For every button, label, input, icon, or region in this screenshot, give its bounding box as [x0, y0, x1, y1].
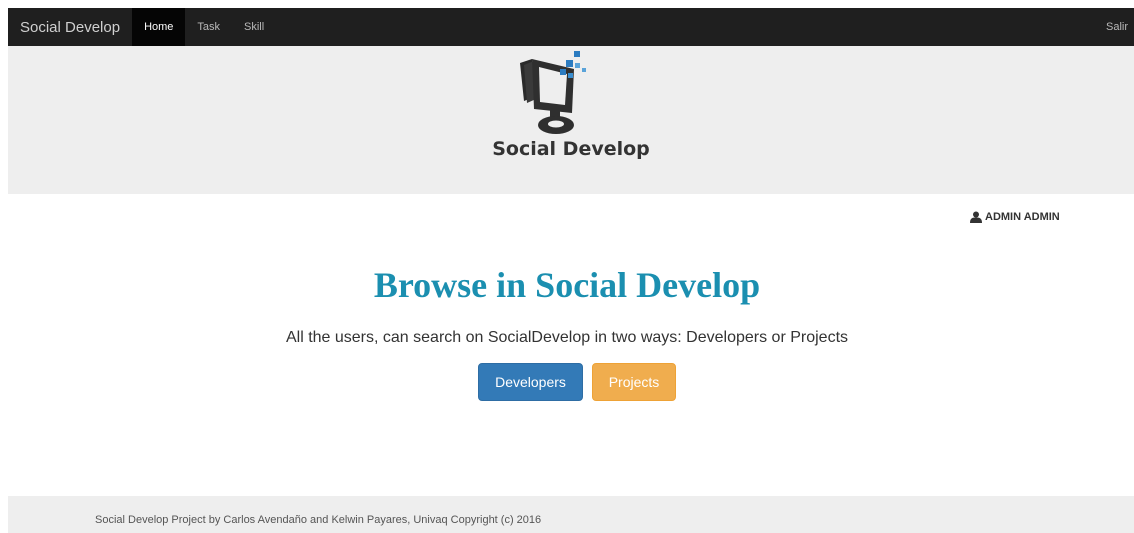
header-banner: Social Develop — [8, 46, 1134, 194]
user-name: ADMIN ADMIN — [985, 211, 1060, 223]
nav-item-skill[interactable]: Skill — [232, 8, 276, 46]
developers-button[interactable]: Developers — [478, 363, 583, 401]
page-title: Browse in Social Develop — [373, 265, 761, 305]
logout-link[interactable]: Salir — [1094, 8, 1134, 46]
navbar-brand[interactable]: Social Develop — [8, 8, 132, 46]
nav-item-task[interactable]: Task — [185, 8, 232, 46]
user-icon — [970, 211, 982, 223]
logo-text: Social Develop — [492, 138, 650, 160]
footer-text: Social Develop Project by Carlos Avendañ… — [95, 514, 542, 526]
nav-item-home[interactable]: Home — [132, 8, 186, 46]
page-description: All the users, can search on SocialDevel… — [285, 329, 849, 346]
monitor-logo-icon — [520, 51, 586, 134]
navbar-right: Salir — [1094, 8, 1134, 46]
projects-button[interactable]: Projects — [592, 363, 676, 401]
browse-buttons: Developers Projects — [478, 363, 676, 401]
top-navbar: Social Develop Home Task Skill Salir — [8, 8, 1134, 46]
user-badge[interactable]: ADMIN ADMIN — [970, 211, 1060, 223]
page-footer: Social Develop Project by Carlos Avendañ… — [8, 496, 1134, 533]
